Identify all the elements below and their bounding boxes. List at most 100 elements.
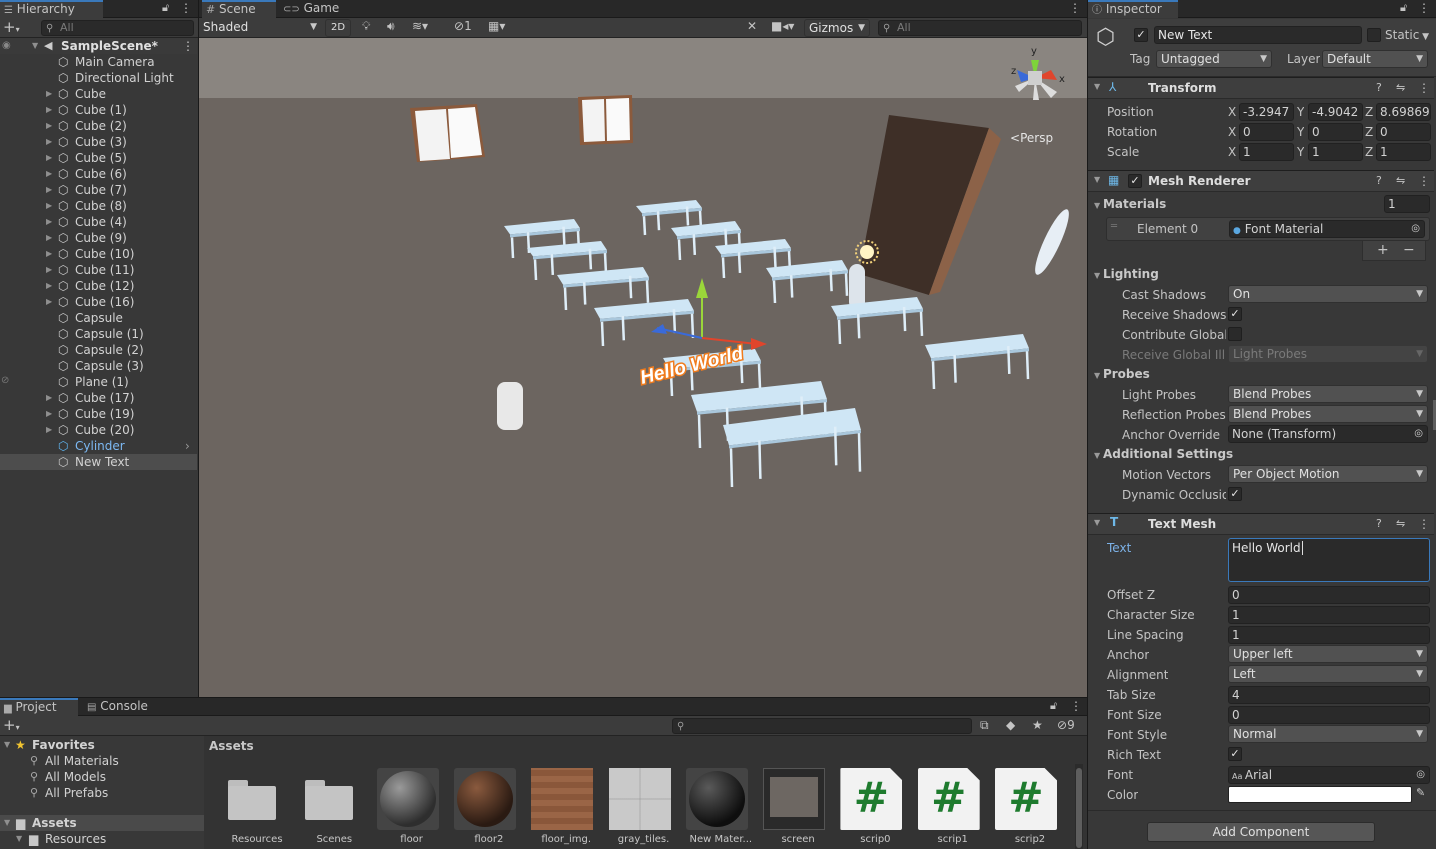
asset-item[interactable]: # scrip2 (995, 768, 1065, 848)
materials-foldout[interactable]: ▼ Materials (1094, 197, 1166, 211)
chevron-right-icon[interactable]: ▶ (46, 294, 52, 310)
hierarchy-item[interactable]: ⬡ Capsule (3) (0, 358, 197, 374)
hierarchy-item[interactable]: ⬡ Directional Light (0, 70, 197, 86)
asset-item[interactable]: Resources (222, 768, 292, 848)
char-size-field[interactable]: 1 (1228, 606, 1430, 624)
font-size-field[interactable]: 0 (1228, 706, 1430, 724)
asset-scrollbar[interactable] (1075, 764, 1083, 849)
scene-visibility-icon[interactable]: ◉ (2, 38, 11, 54)
object-name-input[interactable]: New Text (1154, 26, 1362, 44)
scene-viewport[interactable]: Hello World y x z <Persp (199, 38, 1087, 697)
drag-handle-icon[interactable]: ═ (1111, 221, 1117, 232)
scrollbar-thumb[interactable] (1076, 768, 1082, 848)
resources-folder-row[interactable]: ▼ ▆ Resources (0, 831, 197, 847)
asset-item[interactable]: screen (763, 768, 833, 848)
transform-y-field[interactable]: 0 (1308, 123, 1363, 141)
chevron-right-icon[interactable]: ▶ (46, 406, 52, 422)
project-search-input[interactable]: ⚲ (672, 718, 972, 734)
mesh-renderer-enabled-checkbox[interactable]: ✓ (1128, 174, 1142, 188)
font-style-dropdown[interactable]: Normal ▼ (1228, 725, 1428, 743)
text-value-textarea[interactable]: Hello World (1228, 538, 1430, 582)
cast-shadows-dropdown[interactable]: On ▼ (1228, 285, 1428, 303)
chevron-right-icon[interactable]: ▶ (46, 246, 52, 262)
help-icon[interactable]: ? (1376, 174, 1382, 187)
lighting-toggle-icon[interactable]: 💡︎ (362, 19, 370, 34)
anchor-dropdown[interactable]: Upper left ▼ (1228, 645, 1428, 663)
hierarchy-item[interactable]: ⬡ New Text (0, 454, 197, 470)
search-by-type-icon[interactable]: ⧉ (980, 718, 989, 733)
eyedropper-icon[interactable]: ✎ (1416, 786, 1425, 799)
component-menu-icon[interactable]: ⋮ (1418, 81, 1430, 95)
hierarchy-item[interactable]: ▶ ⬡ Cube (0, 86, 197, 102)
asset-item[interactable]: New Mater... (685, 768, 756, 848)
axis-x-label[interactable]: X (1228, 105, 1236, 119)
hierarchy-item[interactable]: ▶ ⬡ Cube (10) (0, 246, 197, 262)
chevron-right-icon[interactable]: ▶ (46, 278, 52, 294)
toggle-2d-button[interactable]: 2D (325, 19, 351, 37)
grid-snap-icon[interactable]: ▦▾ (488, 19, 505, 33)
offset-z-field[interactable]: 0 (1228, 586, 1430, 604)
favorite-item[interactable]: ⚲ All Prefabs (0, 785, 197, 801)
presets-icon[interactable]: ⇋ (1396, 174, 1405, 187)
hierarchy-item[interactable]: ▶ ⬡ Cube (20) (0, 422, 197, 438)
add-component-button[interactable]: Add Component (1147, 822, 1375, 842)
hierarchy-item[interactable]: ▶ ⬡ Cube (16) (0, 294, 197, 310)
chevron-right-icon[interactable]: ▶ (46, 134, 52, 150)
favorite-item[interactable]: ⚲ All Materials (0, 753, 197, 769)
chevron-right-icon[interactable]: ▶ (46, 102, 52, 118)
transform-z-field[interactable]: 8.69869; (1376, 103, 1431, 121)
hierarchy-item[interactable]: ⬡ Capsule (2) (0, 342, 197, 358)
chevron-right-icon[interactable]: › (185, 438, 190, 454)
contribute-gi-checkbox[interactable] (1228, 327, 1242, 341)
lock-icon[interactable]: 🔓︎ (1400, 1, 1407, 15)
materials-count-field[interactable]: 1 (1384, 195, 1430, 213)
asset-item[interactable]: floor (376, 768, 447, 848)
hierarchy-item[interactable]: ⬡ Capsule (0, 310, 197, 326)
chevron-right-icon[interactable]: ▶ (46, 390, 52, 406)
hierarchy-item[interactable]: ▶ ⬡ Cube (2) (0, 118, 197, 134)
static-label[interactable]: Static ▼ (1385, 28, 1429, 42)
axis-y-label[interactable]: Y (1297, 125, 1304, 139)
chevron-right-icon[interactable]: ▶ (46, 262, 52, 278)
camera-icon[interactable]: ■◂▾ (771, 19, 794, 33)
hierarchy-search-input[interactable]: ⚲ All (41, 20, 194, 36)
hierarchy-item[interactable]: ▶ ⬡ Cube (4) (0, 214, 197, 230)
text-mesh-header[interactable]: ▼ T Text Mesh ? ⇋ ⋮ (1088, 513, 1434, 535)
alignment-dropdown[interactable]: Left ▼ (1228, 665, 1428, 683)
mesh-renderer-header[interactable]: ▼ ▦ ✓ Mesh Renderer ? ⇋ ⋮ (1088, 170, 1434, 192)
active-checkbox[interactable]: ✓ (1134, 28, 1148, 42)
transform-z-field[interactable]: 0 (1376, 123, 1431, 141)
favorite-star-icon[interactable]: ★ (1032, 718, 1043, 732)
add-element-button[interactable]: + (1377, 242, 1389, 258)
assets-breadcrumb[interactable]: Assets (209, 739, 254, 753)
transform-x-field[interactable]: 0 (1239, 123, 1294, 141)
asset-item[interactable]: gray_tiles. (608, 768, 679, 848)
object-picker-icon[interactable]: ◎ (1411, 221, 1420, 237)
transform-y-field[interactable]: -4.9042 (1308, 103, 1363, 121)
axis-z-label[interactable]: Z (1365, 105, 1373, 119)
element0-material-field[interactable]: ● Font Material ◎ (1229, 220, 1425, 238)
component-menu-icon[interactable]: ⋮ (1418, 174, 1430, 188)
chevron-right-icon[interactable]: ▶ (46, 198, 52, 214)
chevron-down-icon[interactable]: ▼ (4, 737, 10, 753)
favorites-row[interactable]: ▼ ★ Favorites (0, 737, 197, 753)
component-menu-icon[interactable]: ⋮ (1418, 517, 1430, 531)
axis-y-label[interactable]: Y (1297, 145, 1304, 159)
search-by-label-icon[interactable]: ◆ (1006, 718, 1015, 732)
help-icon[interactable]: ? (1376, 81, 1382, 94)
tab-hierarchy[interactable]: ☰ Hierarchy (0, 0, 103, 18)
asset-item[interactable]: Scenes (299, 768, 369, 848)
hierarchy-item[interactable]: ▶ ⬡ Cube (1) (0, 102, 197, 118)
axis-x-label[interactable]: X (1228, 145, 1236, 159)
tag-dropdown[interactable]: Untagged ▼ (1156, 50, 1272, 68)
create-asset-button[interactable]: +▾ (3, 717, 20, 736)
hierarchy-item[interactable]: ▶ ⬡ Cube (12) (0, 278, 197, 294)
axis-z-label[interactable]: Z (1365, 145, 1373, 159)
chevron-right-icon[interactable]: ▶ (46, 150, 52, 166)
hierarchy-item[interactable]: ▶ ⬡ Cube (17) (0, 390, 197, 406)
hidden-objects-icon[interactable]: ⊘1 (454, 19, 472, 33)
dynamic-occlusion-checkbox[interactable]: ✓ (1228, 487, 1242, 501)
hierarchy-item[interactable]: ▶ ⬡ Cube (3) (0, 134, 197, 150)
scene-menu-icon[interactable]: ⋮ (1069, 1, 1081, 15)
tab-inspector[interactable]: ⓘ Inspector (1088, 0, 1178, 18)
